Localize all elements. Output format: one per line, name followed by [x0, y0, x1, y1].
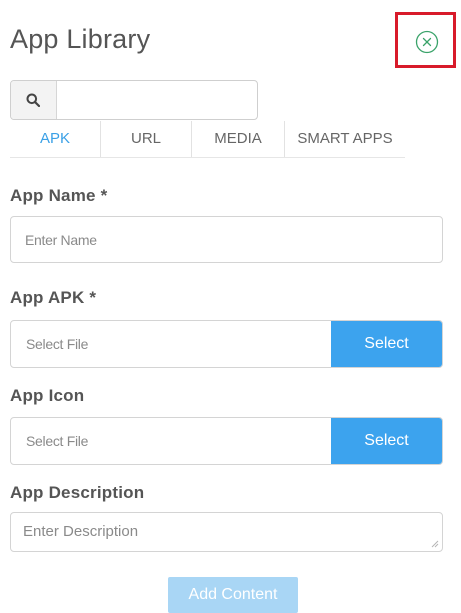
resize-grip-icon[interactable] — [431, 540, 439, 548]
close-highlight-frame — [395, 12, 456, 68]
app-description-textarea[interactable]: Enter Description — [10, 512, 443, 552]
search-bar — [10, 80, 258, 120]
app-apk-file-field[interactable]: Select File Select — [10, 320, 443, 368]
app-name-label: App Name * — [10, 186, 108, 205]
close-circle-icon — [415, 30, 439, 54]
search-button[interactable] — [11, 81, 57, 119]
search-input[interactable] — [58, 82, 258, 118]
content-type-tabs: APK URL MEDIA SMART APPS — [10, 121, 405, 158]
app-description-placeholder: Enter Description — [23, 523, 139, 540]
search-icon — [26, 93, 40, 107]
app-apk-file-text: Select File — [26, 336, 89, 352]
tab-smart-apps[interactable]: SMART APPS — [285, 121, 405, 157]
page-title: App Library — [10, 24, 151, 54]
app-apk-select-button[interactable]: Select — [331, 321, 442, 367]
app-icon-label: App Icon — [10, 386, 85, 405]
close-button[interactable] — [415, 30, 439, 54]
app-name-input[interactable] — [10, 216, 443, 263]
app-icon-file-field[interactable]: Select File Select — [10, 417, 443, 465]
app-icon-file-text: Select File — [26, 433, 89, 449]
tab-apk[interactable]: APK — [10, 121, 100, 157]
app-icon-select-button[interactable]: Select — [331, 418, 442, 464]
app-apk-label: App APK * — [10, 288, 97, 307]
tab-media[interactable]: MEDIA — [192, 121, 284, 157]
app-description-label: App Description — [10, 483, 145, 502]
tab-url[interactable]: URL — [101, 121, 191, 157]
